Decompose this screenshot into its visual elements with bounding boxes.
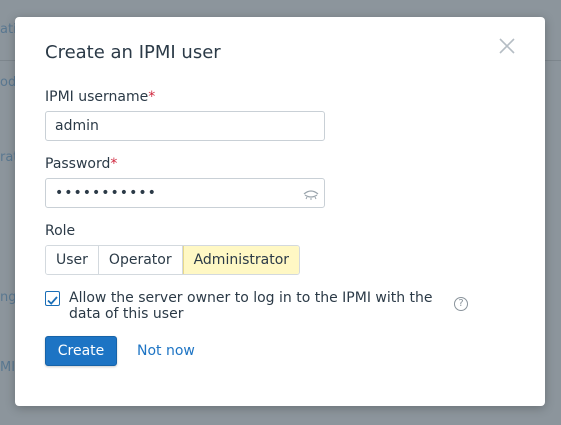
ipmi-username-input[interactable] <box>45 111 325 141</box>
role-option-operator[interactable]: Operator <box>98 246 183 274</box>
close-icon[interactable] <box>497 36 517 56</box>
password-input[interactable] <box>45 178 325 208</box>
password-label: Password* <box>45 156 118 172</box>
role-option-user[interactable]: User <box>46 246 99 274</box>
show-password-icon[interactable] <box>303 186 319 200</box>
create-button[interactable]: Create <box>45 336 117 366</box>
role-selector: User Operator Administrator <box>45 245 301 275</box>
allow-owner-checkbox[interactable] <box>45 291 60 306</box>
create-ipmi-user-dialog: Create an IPMI user IPMI username* Passw… <box>15 17 545 406</box>
checkmark-icon <box>47 296 58 305</box>
username-label: IPMI username* <box>45 89 156 105</box>
password-field <box>45 178 325 208</box>
help-icon[interactable]: ? <box>454 297 468 311</box>
dialog-title: Create an IPMI user <box>45 42 221 63</box>
role-option-administrator[interactable]: Administrator <box>182 246 300 274</box>
not-now-button[interactable]: Not now <box>137 343 195 359</box>
allow-owner-label: Allow the server owner to log in to the … <box>69 290 433 322</box>
role-label: Role <box>45 223 76 239</box>
